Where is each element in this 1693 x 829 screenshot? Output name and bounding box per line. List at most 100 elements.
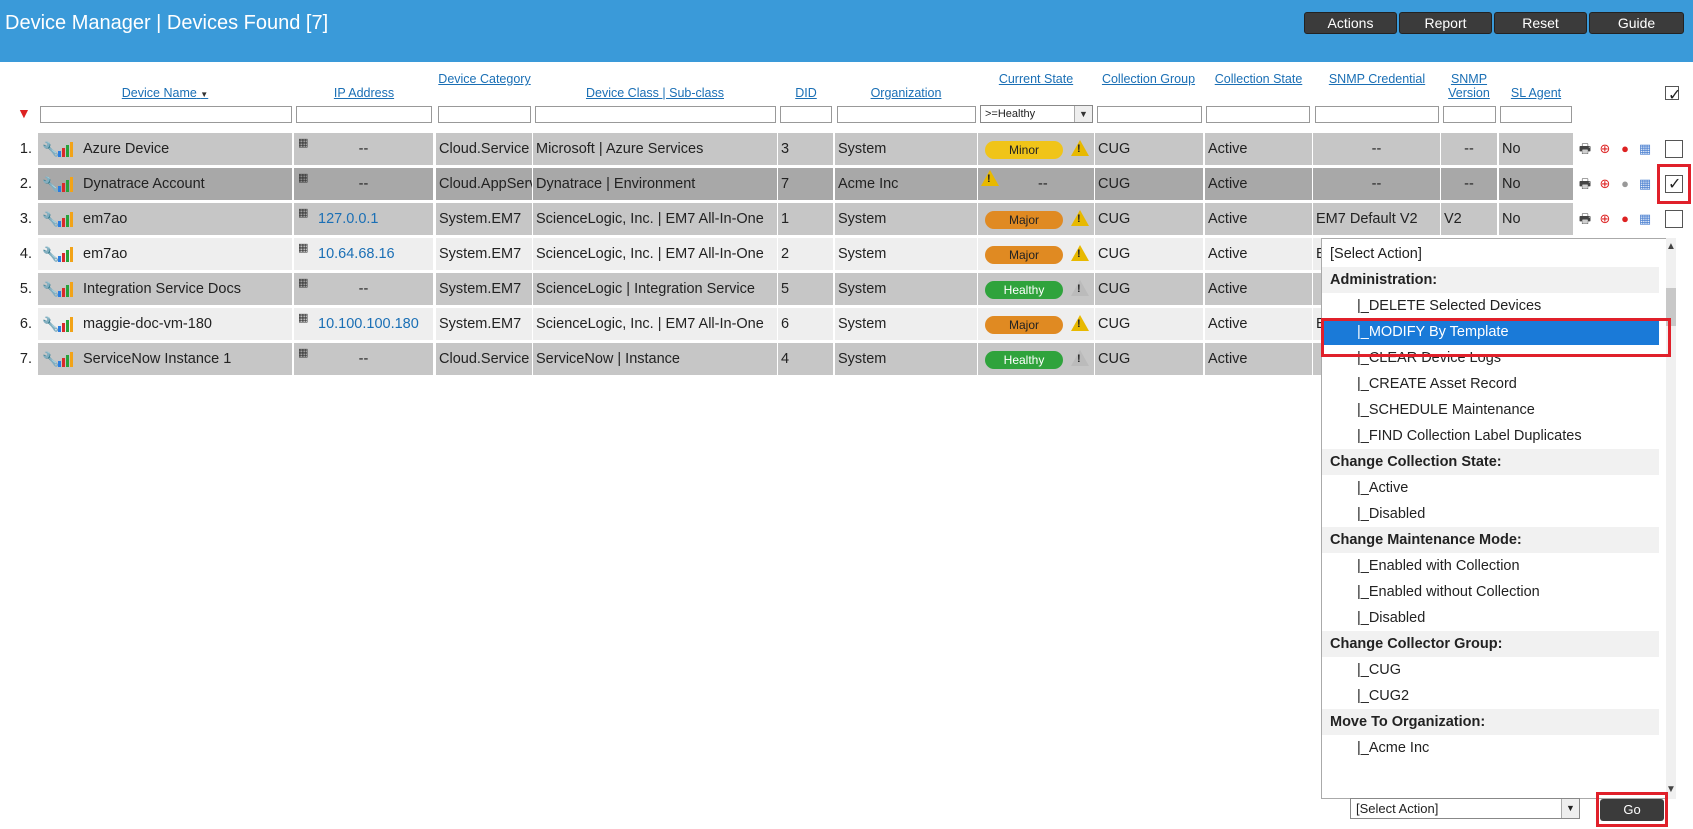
reset-button[interactable]: Reset	[1494, 12, 1587, 34]
page-header: Device Manager | Devices Found [7] Actio…	[0, 0, 1693, 62]
network-port-icon[interactable]: ▦	[298, 277, 308, 289]
filter-device-class[interactable]	[535, 106, 776, 123]
col-collection-state[interactable]: Collection State	[1206, 72, 1311, 86]
grid-icon[interactable]: ▦	[1637, 141, 1653, 157]
dropdown-option[interactable]: |_CUG2	[1322, 683, 1659, 709]
col-snmp-version[interactable]: SNMP Version	[1442, 72, 1496, 100]
warning-icon[interactable]	[1071, 350, 1089, 366]
cell-category: System.EM7	[436, 273, 532, 305]
dropdown-option[interactable]: |_Acme Inc	[1322, 735, 1659, 761]
performance-bars-icon[interactable]	[58, 351, 74, 367]
dropdown-option[interactable]: |_CREATE Asset Record	[1322, 371, 1659, 397]
guide-button[interactable]: Guide	[1589, 12, 1684, 34]
ip-address[interactable]: 127.0.0.1	[318, 203, 378, 235]
dropdown-option[interactable]: |_CUG	[1322, 657, 1659, 683]
network-port-icon[interactable]: ▦	[298, 312, 308, 324]
status-badge: Major	[985, 316, 1063, 334]
printer-icon[interactable]: 🖶	[1577, 141, 1593, 157]
warning-icon[interactable]	[1071, 245, 1089, 261]
action-select[interactable]: [Select Action] ▼	[1350, 798, 1580, 819]
select-all-checkbox[interactable]	[1665, 85, 1681, 105]
performance-bars-icon[interactable]	[58, 316, 74, 332]
warning-icon[interactable]	[1071, 210, 1089, 226]
dropdown-option[interactable]: |_Enabled with Collection	[1322, 553, 1659, 579]
dropdown-group-label: Change Collection State:	[1322, 449, 1659, 475]
col-device-class[interactable]: Device Class | Sub-class	[535, 86, 775, 100]
filter-snmp-credential[interactable]	[1315, 106, 1439, 123]
filter-device-name[interactable]	[40, 106, 292, 123]
cell-org: System	[835, 308, 977, 340]
filter-collection-group[interactable]	[1097, 106, 1202, 123]
filter-sl-agent[interactable]	[1500, 106, 1572, 123]
row-number: 1.	[19, 141, 32, 157]
dropdown-option[interactable]: |_FIND Collection Label Duplicates	[1322, 423, 1659, 449]
filter-ip-address[interactable]	[296, 106, 432, 123]
row-select-checkbox[interactable]	[1665, 210, 1683, 228]
performance-bars-icon[interactable]	[58, 281, 74, 297]
dropdown-option[interactable]: |_SCHEDULE Maintenance	[1322, 397, 1659, 423]
col-current-state[interactable]: Current State	[980, 72, 1092, 86]
dropdown-group-label: Administration:	[1322, 267, 1659, 293]
table-row[interactable]: 2. 🔧 Dynatrace Account ▦ -- Cloud.AppServ Dyna…	[0, 167, 1693, 201]
actions-button[interactable]: Actions	[1304, 12, 1397, 34]
wrench-icon[interactable]: 🔧	[42, 142, 59, 156]
performance-bars-icon[interactable]	[58, 176, 74, 192]
dropdown-option[interactable]: |_Active	[1322, 475, 1659, 501]
filter-device-category[interactable]	[438, 106, 531, 123]
col-organization[interactable]: Organization	[837, 86, 975, 100]
report-button[interactable]: Report	[1399, 12, 1492, 34]
network-port-icon[interactable]: ▦	[298, 137, 308, 149]
dropdown-option[interactable]: |_Enabled without Collection	[1322, 579, 1659, 605]
dropdown-option[interactable]: |_DELETE Selected Devices	[1322, 293, 1659, 319]
ip-address[interactable]: 10.64.68.16	[318, 238, 395, 270]
col-device-name[interactable]: Device Name ▼	[40, 86, 290, 102]
col-snmp-credential[interactable]: SNMP Credential	[1315, 72, 1439, 86]
row-select-checkbox[interactable]	[1665, 140, 1683, 158]
scroll-up-icon[interactable]: ▲	[1666, 240, 1676, 254]
wrench-icon[interactable]: 🔧	[42, 317, 59, 331]
tag-icon[interactable]: ●	[1617, 211, 1633, 227]
lifebuoy-icon[interactable]: ⊕	[1597, 141, 1613, 157]
warning-icon[interactable]	[1071, 280, 1089, 296]
row-actions: 🖶 ⊕ ● ▦	[1577, 211, 1653, 227]
network-port-icon[interactable]: ▦	[298, 172, 308, 184]
wrench-icon[interactable]: 🔧	[42, 352, 59, 366]
wrench-icon[interactable]: 🔧	[42, 247, 59, 261]
network-port-icon[interactable]: ▦	[298, 347, 308, 359]
filter-organization[interactable]	[837, 106, 976, 123]
lifebuoy-icon[interactable]: ⊕	[1597, 176, 1613, 192]
filter-did[interactable]	[780, 106, 832, 123]
performance-bars-icon[interactable]	[58, 211, 74, 227]
filter-collection-state[interactable]	[1206, 106, 1310, 123]
col-device-category[interactable]: Device Category	[438, 72, 531, 86]
wrench-icon[interactable]: 🔧	[42, 177, 59, 191]
grid-icon[interactable]: ▦	[1637, 176, 1653, 192]
grid-icon[interactable]: ▦	[1637, 211, 1653, 227]
col-sl-agent[interactable]: SL Agent	[1500, 86, 1572, 100]
filter-current-state[interactable]: >=Healthy ▼	[980, 105, 1093, 123]
network-port-icon[interactable]: ▦	[298, 207, 308, 219]
tag-icon[interactable]: ●	[1617, 176, 1633, 192]
wrench-icon[interactable]: 🔧	[42, 212, 59, 226]
filter-icon[interactable]: ▼	[17, 106, 31, 120]
performance-bars-icon[interactable]	[58, 246, 74, 262]
performance-bars-icon[interactable]	[58, 141, 74, 157]
warning-icon[interactable]	[1071, 315, 1089, 331]
table-row[interactable]: 1. 🔧 Azure Device ▦ -- Cloud.Service Microsoft…	[0, 132, 1693, 166]
col-ip-address[interactable]: IP Address	[296, 86, 432, 100]
tag-icon[interactable]: ●	[1617, 141, 1633, 157]
warning-icon[interactable]	[1071, 140, 1089, 156]
printer-icon[interactable]: 🖶	[1577, 211, 1593, 227]
col-did[interactable]: DID	[780, 86, 832, 100]
table-row[interactable]: 3. 🔧 em7ao ▦ 127.0.0.1 System.EM7 ScienceLogic…	[0, 202, 1693, 236]
dropdown-option[interactable]: [Select Action]	[1322, 241, 1659, 267]
lifebuoy-icon[interactable]: ⊕	[1597, 211, 1613, 227]
wrench-icon[interactable]: 🔧	[42, 282, 59, 296]
printer-icon[interactable]: 🖶	[1577, 176, 1593, 192]
ip-address[interactable]: 10.100.100.180	[318, 308, 419, 340]
filter-snmp-version[interactable]	[1443, 106, 1496, 123]
col-collection-group[interactable]: Collection Group	[1096, 72, 1201, 86]
network-port-icon[interactable]: ▦	[298, 242, 308, 254]
dropdown-option[interactable]: |_Disabled	[1322, 501, 1659, 527]
dropdown-option[interactable]: |_Disabled	[1322, 605, 1659, 631]
